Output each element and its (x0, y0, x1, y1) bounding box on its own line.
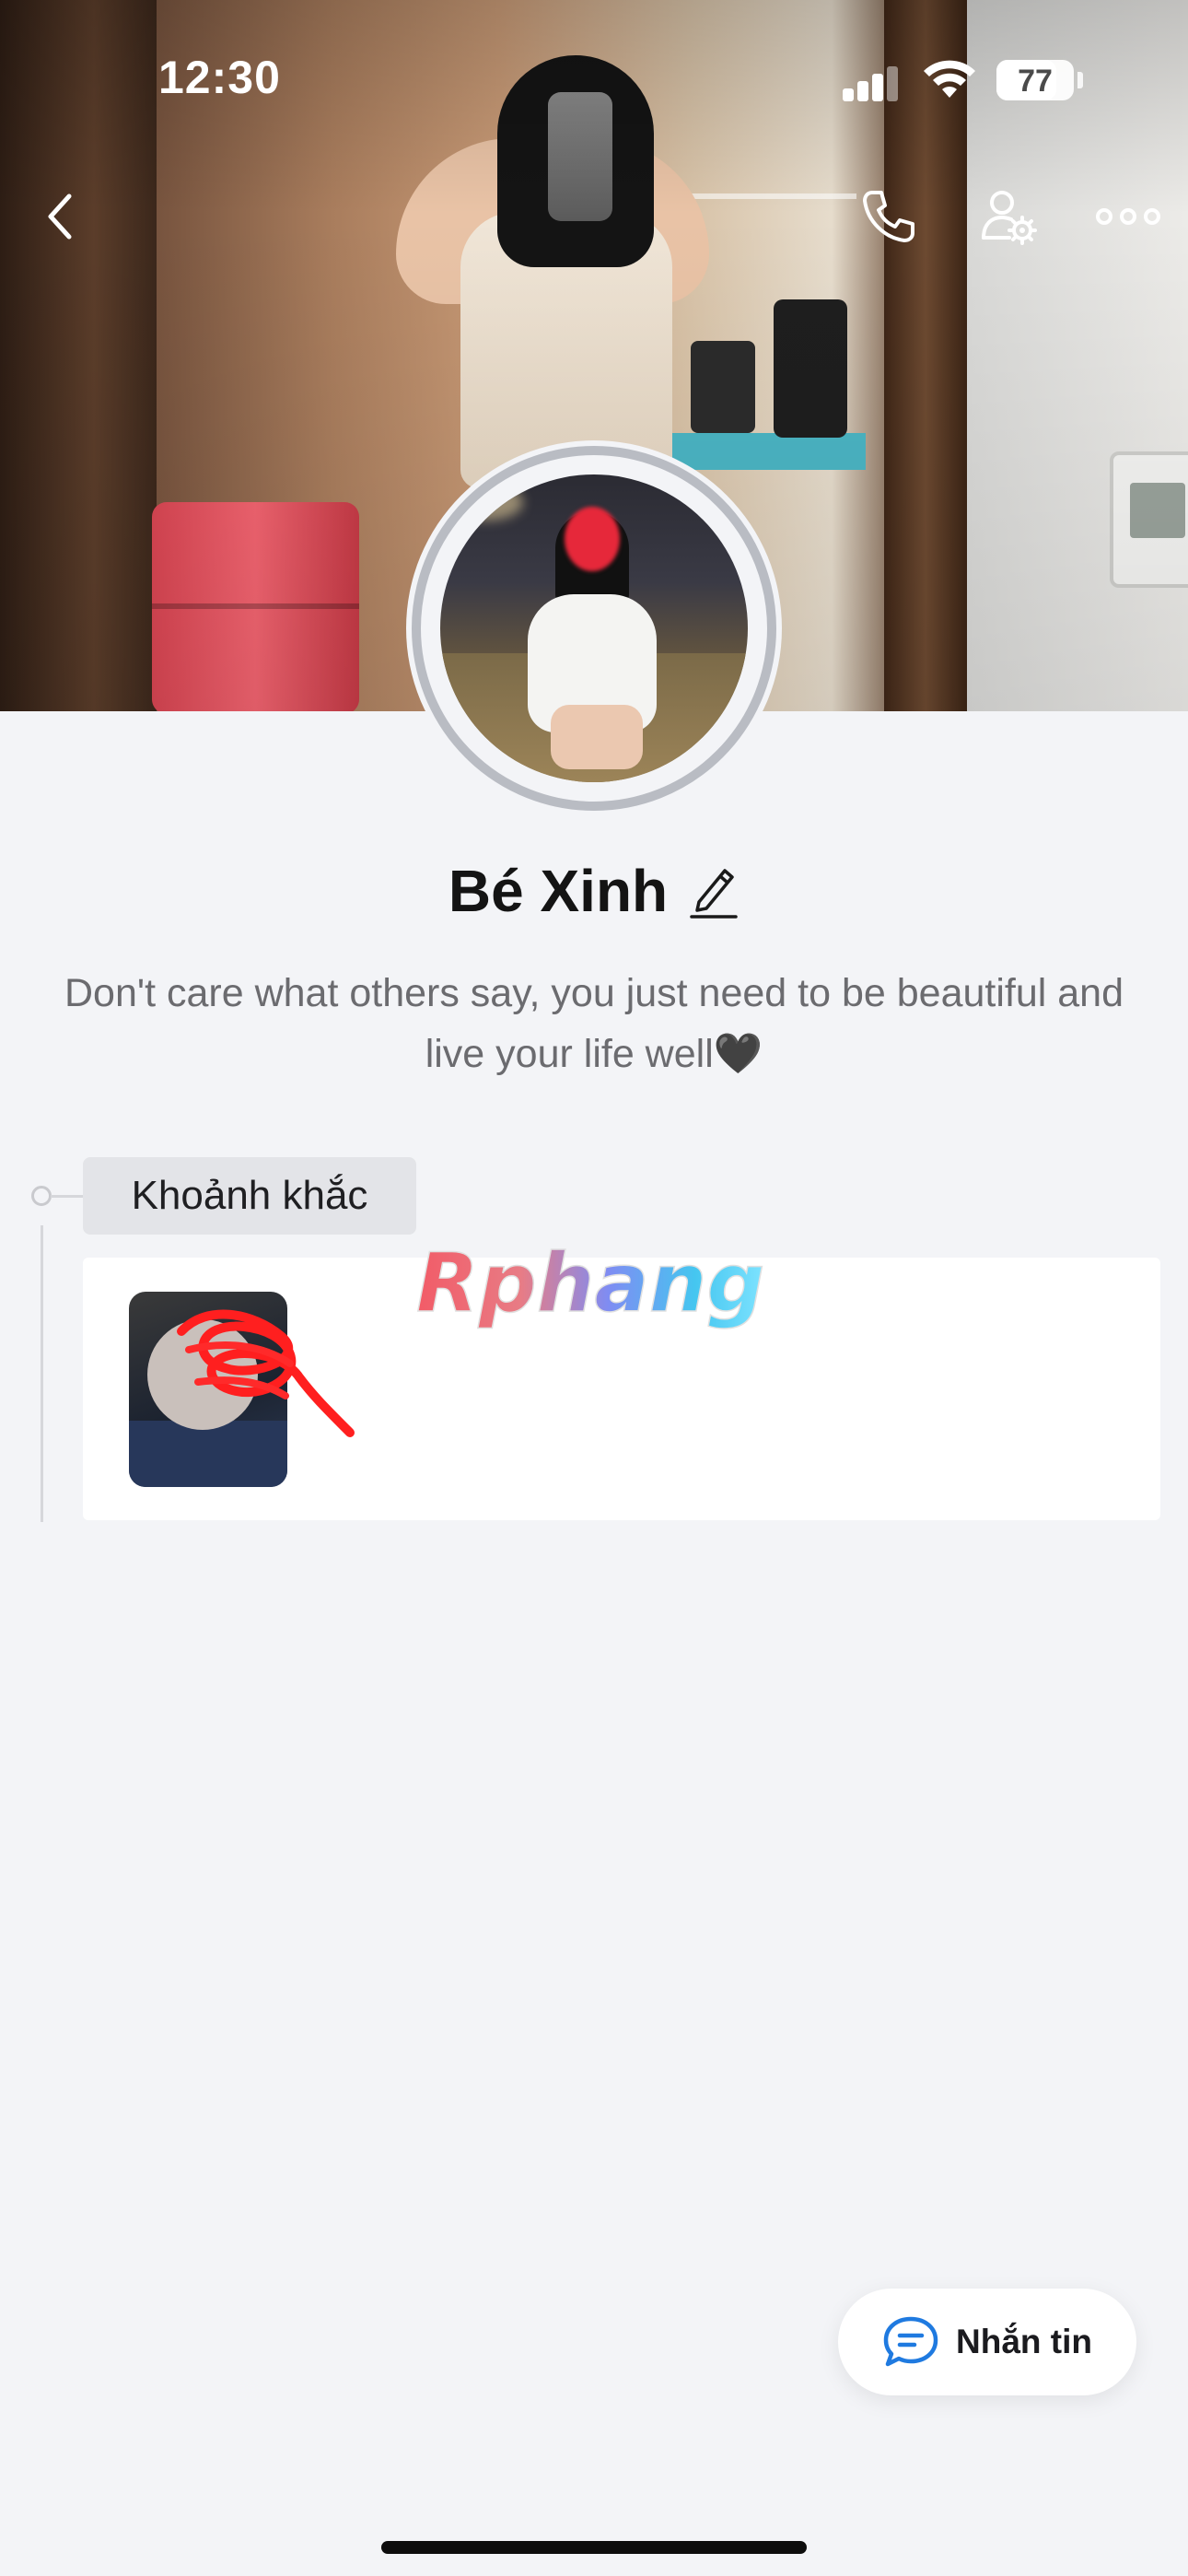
red-scribble-redaction (177, 1309, 355, 1437)
home-indicator[interactable] (381, 2541, 807, 2554)
back-button[interactable] (28, 180, 92, 253)
more-button[interactable] (1087, 180, 1170, 253)
wifi-icon (924, 60, 975, 98)
message-button-label: Nhắn tin (956, 2323, 1092, 2360)
timeline-connector (51, 1195, 83, 1198)
svg-text:Rphang: Rphang (416, 1239, 764, 1330)
pencil-icon (690, 869, 738, 919)
chat-bubble-icon (883, 2316, 938, 2367)
status-bar: 12:30 77 (0, 0, 1188, 157)
profile-screen: 12:30 77 Bé Xinh Don't care what others … (0, 0, 1188, 2576)
battery-level: 77 (1018, 64, 1053, 99)
timeline-dot (31, 1186, 52, 1206)
profile-name: Bé Xinh (448, 858, 669, 924)
status-time: 12:30 (158, 52, 281, 103)
avatar[interactable] (440, 474, 748, 782)
name-row: Bé Xinh (0, 857, 1188, 925)
avatar-detail (551, 705, 643, 769)
battery-icon: 77 (996, 60, 1074, 100)
avatar-detail (449, 484, 523, 521)
timeline-line (41, 1225, 43, 1522)
chevron-left-icon (48, 193, 72, 240)
user-settings-icon (982, 191, 1037, 245)
signal-icon (843, 64, 898, 101)
message-button[interactable]: Nhắn tin (838, 2289, 1136, 2395)
watermark-logo: Rphang (413, 1235, 781, 1331)
moments-label: Khoảnh khắc (83, 1157, 416, 1235)
edit-name-button[interactable] (688, 861, 740, 920)
battery-tip (1077, 72, 1083, 88)
more-horizontal-icon (1096, 208, 1160, 225)
avatar-redaction (565, 507, 620, 571)
phone-icon (863, 191, 914, 242)
call-button[interactable] (852, 180, 926, 253)
profile-settings-button[interactable] (972, 180, 1045, 253)
watermark-text: Rphang (415, 1235, 765, 1331)
profile-bio: Don't care what others say, you just nee… (64, 971, 1124, 1076)
